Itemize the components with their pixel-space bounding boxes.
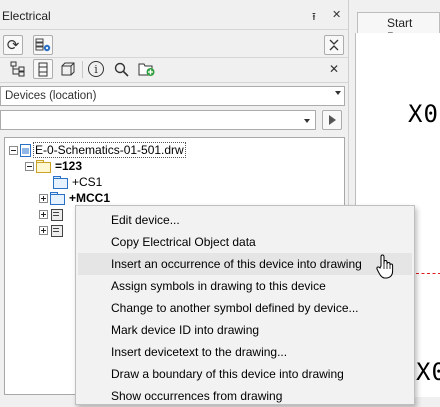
tree-node-label: +MCC1	[69, 191, 111, 205]
chevron-down-icon	[304, 119, 310, 123]
tree-location-node[interactable]: =123	[25, 158, 82, 174]
tree-node-cs1[interactable]: +CS1	[53, 174, 102, 190]
collapse-toggle[interactable]	[9, 145, 18, 155]
tree-node-mcc1[interactable]: +MCC1	[39, 190, 110, 206]
panel-close-icon[interactable]: ✕	[332, 8, 341, 21]
search-icon	[114, 62, 129, 77]
context-menu: Edit device... Copy Electrical Object da…	[75, 205, 415, 405]
close-icon: ✕	[328, 62, 340, 76]
menu-item-show-occurrences[interactable]: Show occurrences from drawing	[78, 385, 412, 407]
close-toolbar-button[interactable]: ✕	[324, 59, 344, 79]
hierarchy-icon	[10, 61, 25, 77]
tree-device-node[interactable]	[39, 206, 67, 222]
collapse-toggle[interactable]	[25, 161, 34, 171]
pin-icon[interactable]: ⭱	[312, 8, 316, 27]
refresh-button[interactable]: ⟳	[3, 35, 23, 55]
chevrons-icon	[329, 39, 339, 51]
refresh-icon: ⟳	[6, 37, 20, 54]
filter-apply-button[interactable]	[322, 110, 342, 130]
device-settings-icon	[35, 38, 51, 52]
arrow-right-icon	[329, 115, 336, 125]
folder-icon	[53, 176, 68, 189]
device-view-button[interactable]	[33, 59, 53, 79]
expand-toggle[interactable]	[39, 209, 48, 219]
cabinet-view-button[interactable]	[58, 59, 78, 79]
menu-item-mark-device-id[interactable]: Mark device ID into drawing	[78, 319, 412, 341]
menu-item-draw-boundary[interactable]: Draw a boundary of this device into draw…	[78, 363, 412, 385]
tree-root-node[interactable]: E-0-Schematics-01-501.drw	[9, 142, 186, 158]
chevron-down-icon	[335, 91, 341, 95]
device-settings-button[interactable]	[33, 35, 53, 55]
view-mode-value: Devices (location)	[5, 90, 97, 102]
menu-item-insert-devicetext[interactable]: Insert devicetext to the drawing...	[78, 341, 412, 363]
tab-start-page[interactable]: Start Page	[357, 12, 440, 44]
collapse-panel-button[interactable]	[324, 35, 344, 55]
info-button[interactable]: i	[86, 59, 106, 79]
drawing-file-icon	[20, 143, 31, 157]
open-folder-icon	[36, 160, 51, 173]
red-dashed-line	[416, 273, 440, 274]
tree-node-label: +CS1	[72, 175, 103, 189]
search-button[interactable]	[111, 59, 131, 79]
folder-icon	[50, 192, 65, 205]
device-icon	[50, 224, 63, 237]
canvas-label-bottom: X0	[416, 358, 440, 386]
info-icon: i	[88, 61, 104, 77]
cabinet-icon	[61, 62, 75, 76]
expand-toggle[interactable]	[39, 225, 48, 235]
filter-input[interactable]	[0, 110, 316, 130]
hand-cursor-icon	[376, 254, 394, 279]
add-folder-icon	[138, 63, 155, 76]
device-icon	[38, 62, 48, 76]
device-icon	[50, 208, 63, 221]
menu-item-insert-occurrence[interactable]: Insert an occurrence of this device into…	[78, 253, 412, 275]
view-mode-select[interactable]: Devices (location)	[0, 86, 345, 106]
hierarchy-view-button[interactable]	[8, 59, 28, 79]
tree-root-label: E-0-Schematics-01-501.drw	[33, 142, 186, 158]
menu-item-copy-data[interactable]: Copy Electrical Object data	[78, 231, 412, 253]
tree-location-label: =123	[55, 159, 83, 173]
canvas-label-top: X0	[408, 100, 439, 128]
expand-toggle[interactable]	[39, 193, 48, 203]
menu-item-edit-device[interactable]: Edit device...	[78, 209, 412, 231]
menu-item-change-symbol[interactable]: Change to another symbol defined by devi…	[78, 297, 412, 319]
add-location-button[interactable]	[137, 59, 157, 79]
menu-item-assign-symbols[interactable]: Assign symbols in drawing to this device	[78, 275, 412, 297]
panel-title: Electrical	[2, 9, 51, 23]
tree-device-node[interactable]	[39, 222, 67, 238]
